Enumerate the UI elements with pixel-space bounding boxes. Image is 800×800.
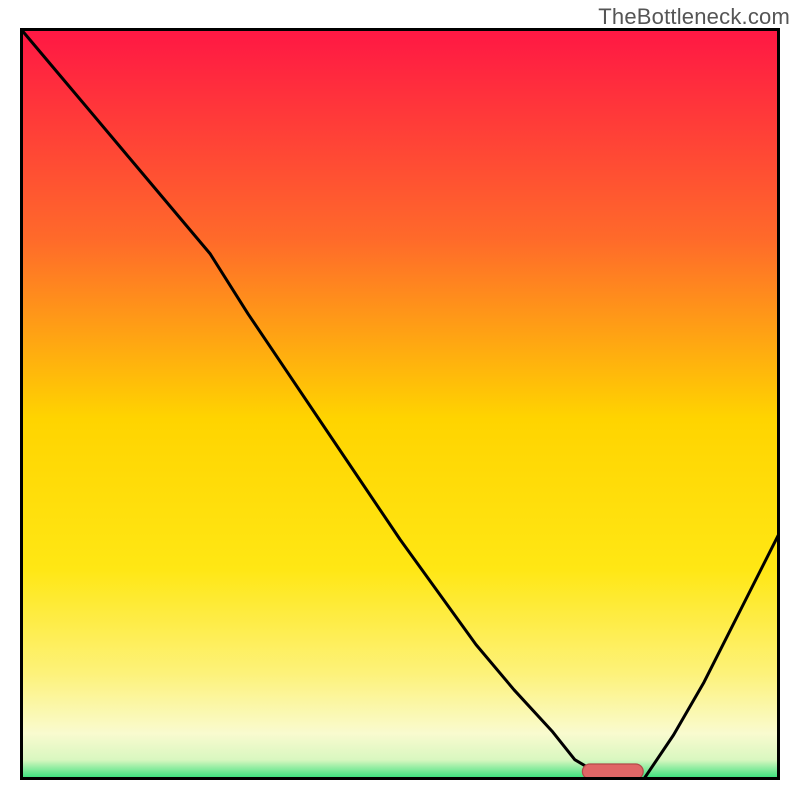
- plot-svg: [20, 28, 780, 780]
- plot-frame: [20, 28, 780, 780]
- watermark-text: TheBottleneck.com: [598, 4, 790, 30]
- gradient-background: [22, 30, 779, 779]
- optimum-marker: [582, 764, 643, 779]
- chart-canvas: TheBottleneck.com: [0, 0, 800, 800]
